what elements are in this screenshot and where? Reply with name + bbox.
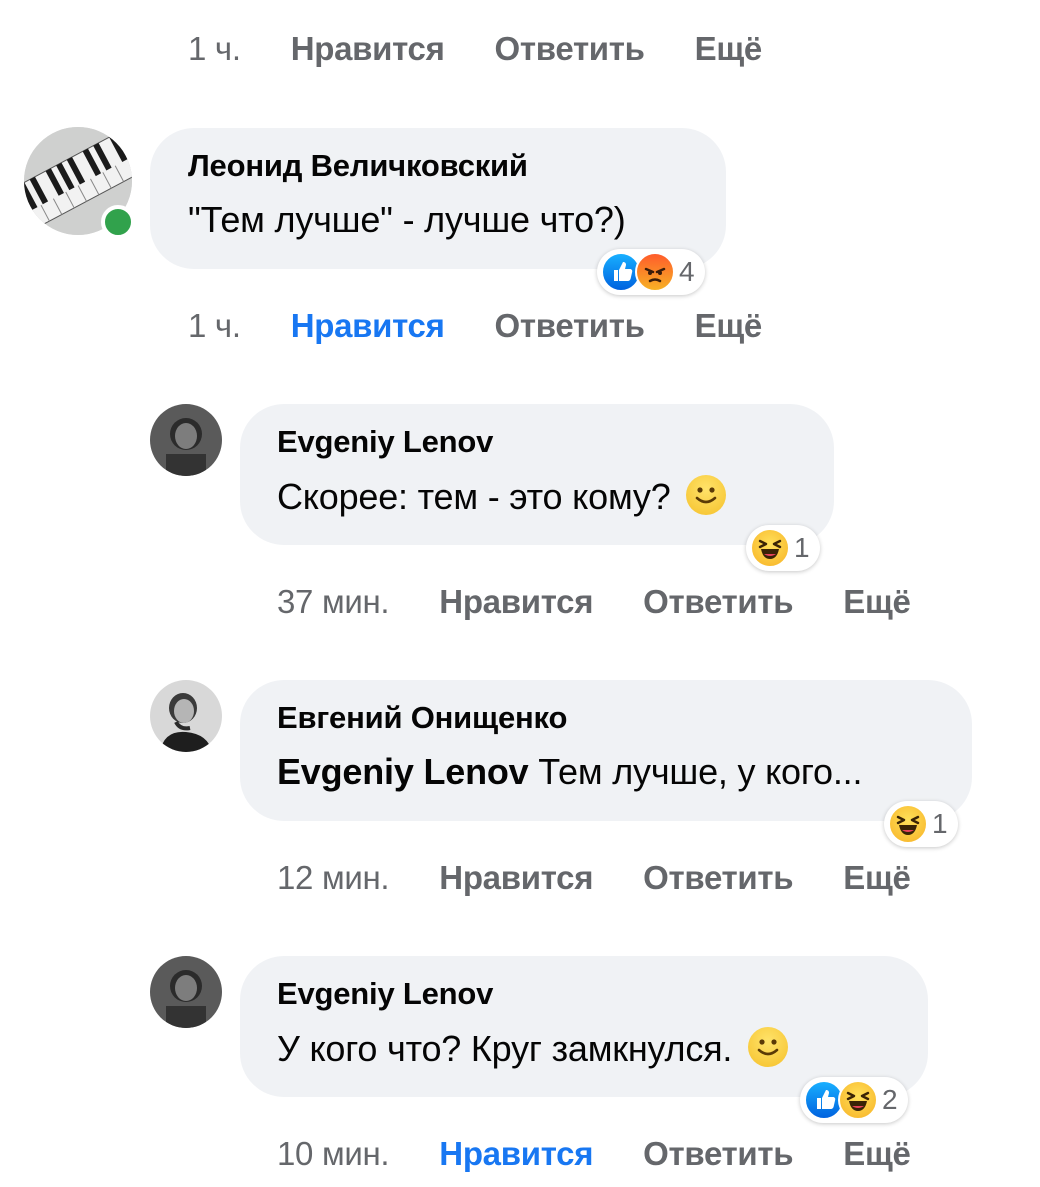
comment-timestamp[interactable]: 37 мин.	[277, 583, 390, 621]
comment-timestamp[interactable]: 10 мин.	[277, 1135, 390, 1173]
comment-timestamp[interactable]: 1 ч.	[188, 30, 241, 68]
comment-actions: 12 мин. Нравится Ответить Ещё	[277, 856, 911, 900]
reactions-count: 1	[794, 532, 810, 563]
like-button[interactable]: Нравится	[291, 30, 445, 68]
avatar[interactable]	[150, 404, 222, 476]
reactions-summary[interactable]: 2	[800, 1077, 908, 1123]
slightly-smiling-face-emoji	[686, 475, 727, 515]
reply-button[interactable]: Ответить	[495, 307, 645, 345]
comment-actions: 1 ч. Нравится Ответить Ещё	[188, 304, 762, 348]
reactions-count: 2	[882, 1084, 898, 1115]
comment-text: Evgeniy Lenov Тем лучше, у кого...	[277, 751, 862, 793]
comment-text-body: У кого что? Круг замкнулся.	[277, 1028, 733, 1069]
comment-text: Скорее: тем - это кому?	[277, 475, 727, 518]
angry-icon	[635, 252, 675, 292]
comment-text: "Тем лучше" - лучше что?)	[188, 199, 626, 240]
comment-timestamp[interactable]: 1 ч.	[188, 307, 241, 345]
comment-actions: 37 мин. Нравится Ответить Ещё	[277, 580, 911, 624]
more-button[interactable]: Ещё	[843, 583, 911, 621]
online-status-indicator	[101, 205, 135, 239]
like-button[interactable]: Нравится	[291, 307, 445, 345]
comment-actions: 10 мин. Нравится Ответить Ещё	[277, 1132, 911, 1176]
haha-icon	[750, 528, 790, 568]
reactions-summary[interactable]: 1	[746, 525, 820, 571]
person-avatar-image	[150, 404, 222, 476]
comment-text: У кого что? Круг замкнулся.	[277, 1027, 789, 1070]
slightly-smiling-face-emoji	[748, 1027, 789, 1067]
like-button[interactable]: Нравится	[439, 583, 593, 621]
like-button[interactable]: Нравится	[439, 1135, 593, 1173]
more-button[interactable]: Ещё	[843, 1135, 911, 1173]
reply-button[interactable]: Ответить	[643, 859, 793, 897]
comment-actions-top: 1 ч. Нравится Ответить Ещё	[188, 27, 762, 71]
reply-button[interactable]: Ответить	[495, 30, 645, 68]
comment-text-body: Скорее: тем - это кому?	[277, 476, 671, 517]
comment-author[interactable]: Evgeniy Lenov	[277, 424, 493, 460]
comment-text-body: Тем лучше, у кого...	[528, 751, 863, 792]
comment-mention-link[interactable]: Evgeniy Lenov	[277, 751, 529, 792]
comment-timestamp[interactable]: 12 мин.	[277, 859, 390, 897]
more-button[interactable]: Ещё	[695, 30, 763, 68]
reactions-summary[interactable]: 1	[884, 801, 958, 847]
like-button[interactable]: Нравится	[439, 859, 593, 897]
person-avatar-image	[150, 680, 222, 752]
haha-icon	[888, 804, 928, 844]
haha-icon	[838, 1080, 878, 1120]
person-avatar-image	[150, 956, 222, 1028]
comment-author[interactable]: Evgeniy Lenov	[277, 976, 493, 1012]
more-button[interactable]: Ещё	[843, 859, 911, 897]
reactions-count: 1	[932, 808, 948, 839]
reactions-count: 4	[679, 256, 695, 287]
avatar[interactable]	[150, 956, 222, 1028]
comment-author[interactable]: Евгений Онищенко	[277, 700, 567, 736]
comment-author[interactable]: Леонид Величковский	[188, 148, 528, 184]
reactions-summary[interactable]: 4	[597, 249, 705, 295]
avatar[interactable]	[150, 680, 222, 752]
reply-button[interactable]: Ответить	[643, 1135, 793, 1173]
more-button[interactable]: Ещё	[695, 307, 763, 345]
reply-button[interactable]: Ответить	[643, 583, 793, 621]
